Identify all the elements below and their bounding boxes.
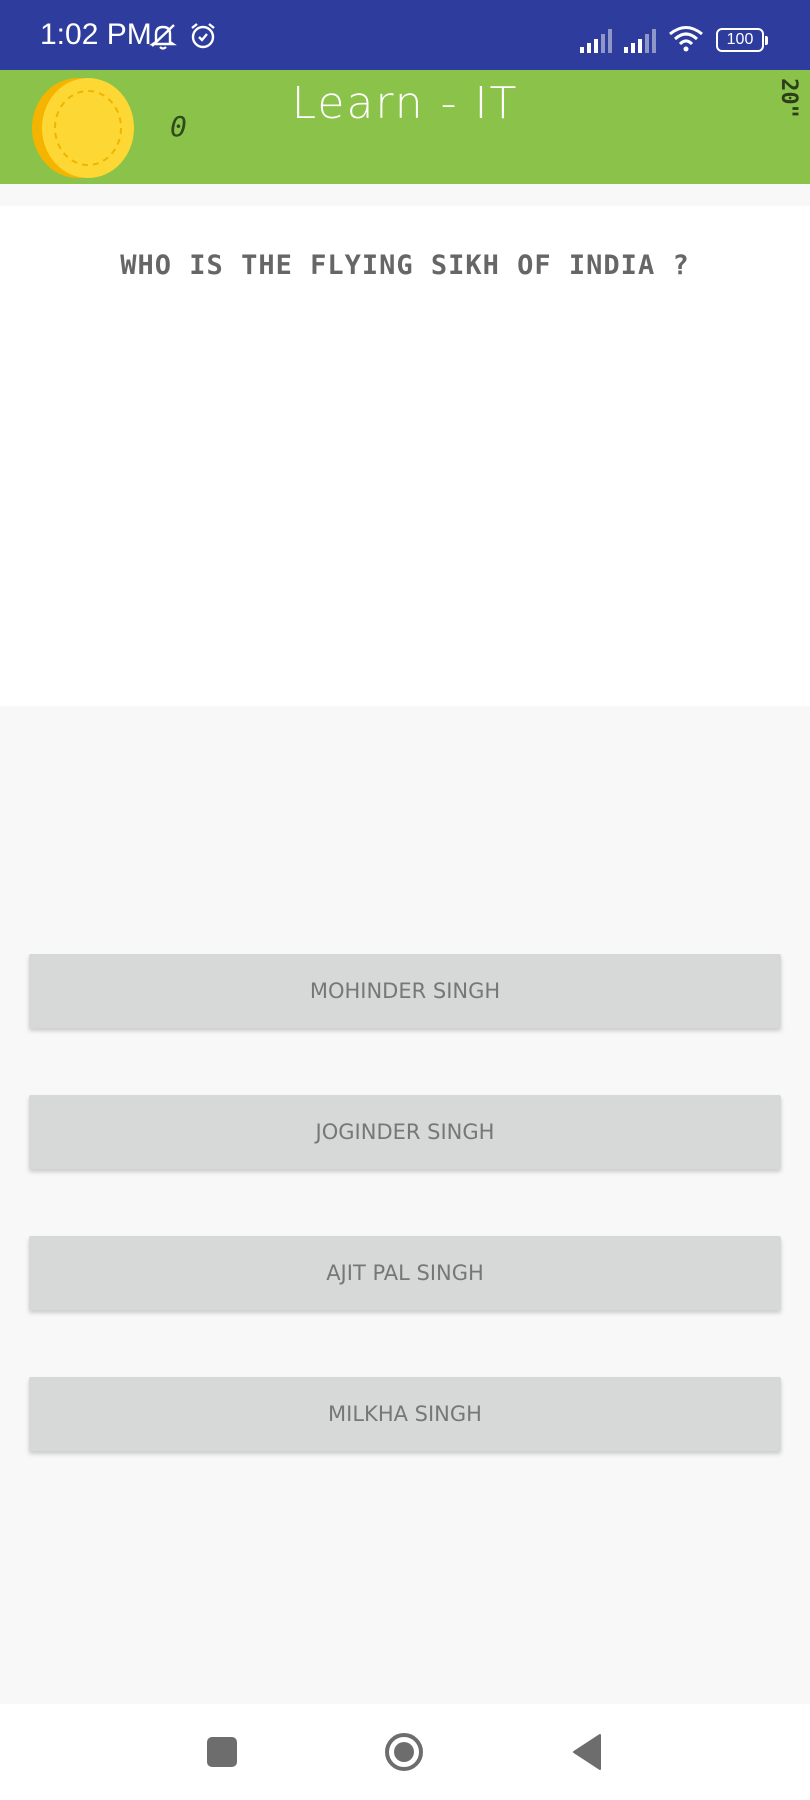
timer-text: 20" — [776, 78, 801, 118]
answer-button-2[interactable]: JOGINDER SINGH — [29, 1095, 781, 1169]
answer-button-4[interactable]: MILKHA SINGH — [29, 1377, 781, 1451]
app-title: Learn - IT — [291, 78, 519, 129]
alarm-icon — [188, 22, 218, 54]
battery-icon: 100 — [716, 28, 768, 52]
signal-icon — [624, 27, 656, 53]
wifi-icon — [668, 24, 704, 56]
answer-button-1[interactable]: MOHINDER SINGH — [29, 954, 781, 1028]
back-icon[interactable] — [572, 1733, 602, 1771]
home-icon[interactable] — [384, 1732, 424, 1772]
question-card: WHO IS THE FLYING SIKH OF INDIA ? — [0, 206, 810, 706]
status-bar: 1:02 PM 100 — [0, 0, 810, 70]
recents-icon[interactable] — [207, 1737, 237, 1767]
app-header: 0 Learn - IT 20" — [0, 70, 810, 184]
answer-button-3[interactable]: AJIT PAL SINGH — [29, 1236, 781, 1310]
signal-icon — [580, 27, 612, 53]
battery-level: 100 — [726, 31, 754, 48]
status-time: 1:02 PM — [40, 18, 152, 51]
navigation-bar — [0, 1704, 810, 1800]
timer-value: 20" — [776, 78, 801, 118]
question-text: WHO IS THE FLYING SIKH OF INDIA ? — [120, 250, 690, 281]
notifications-muted-icon — [148, 22, 178, 54]
